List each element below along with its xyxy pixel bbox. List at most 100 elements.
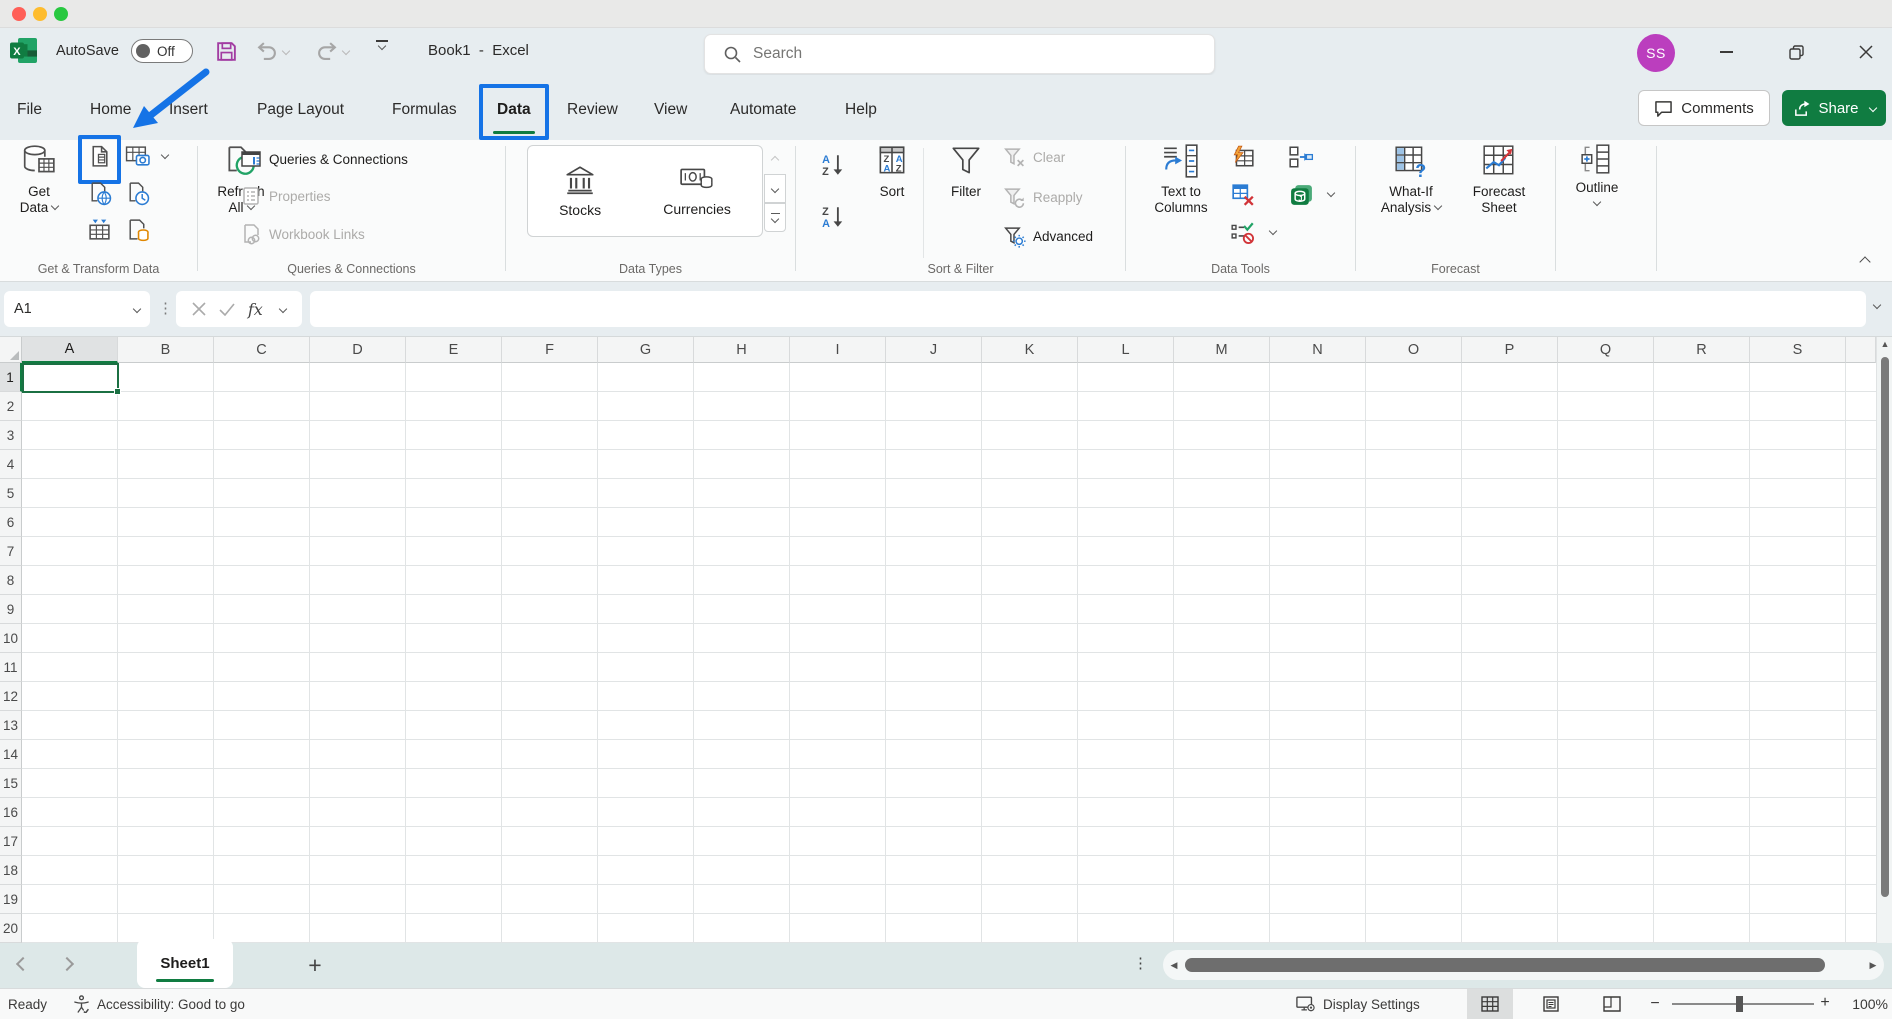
data-validation-dropdown-chevron[interactable]	[1269, 227, 1277, 235]
page-break-preview-button[interactable]	[1589, 989, 1635, 1019]
add-sheet-button[interactable]: +	[300, 948, 330, 982]
column-header-R[interactable]: R	[1654, 337, 1750, 363]
vertical-scrollbar-thumb[interactable]	[1881, 357, 1889, 897]
column-header-K[interactable]: K	[982, 337, 1078, 363]
undo-dropdown-chevron[interactable]	[282, 46, 290, 54]
avatar[interactable]: SS	[1637, 34, 1675, 72]
row-header-18[interactable]: 18	[0, 856, 22, 885]
row-header-1[interactable]: 1	[0, 363, 22, 392]
row-header-7[interactable]: 7	[0, 537, 22, 566]
select-all-corner[interactable]	[0, 337, 22, 363]
save-button[interactable]	[215, 40, 238, 63]
forecast-sheet-button[interactable]: Forecast Sheet	[1458, 143, 1540, 216]
comments-button[interactable]: Comments	[1638, 90, 1770, 126]
tab-view[interactable]: View	[654, 93, 687, 127]
next-sheet-button[interactable]	[60, 957, 74, 971]
gallery-scroll-up-button[interactable]	[764, 145, 786, 174]
row-header-12[interactable]: 12	[0, 682, 22, 711]
mac-close-button[interactable]	[12, 7, 26, 21]
autosave-toggle[interactable]: Off	[131, 39, 193, 63]
from-picture-dropdown-chevron[interactable]	[161, 151, 169, 159]
sort-ascending-button[interactable]: AZ	[818, 150, 848, 180]
data-model-dropdown-chevron[interactable]	[1327, 189, 1335, 197]
minimize-button[interactable]	[1712, 38, 1740, 66]
row-header-13[interactable]: 13	[0, 711, 22, 740]
row-header-11[interactable]: 11	[0, 653, 22, 682]
page-layout-view-button[interactable]	[1528, 989, 1574, 1019]
zoom-out-button[interactable]: −	[1648, 995, 1662, 1013]
column-header-stub[interactable]	[1846, 337, 1876, 363]
horizontal-scrollbar[interactable]: ◀ ▶	[1163, 950, 1884, 980]
what-if-analysis-button[interactable]: ? What-If Analysis	[1370, 143, 1452, 216]
zoom-slider[interactable]	[1672, 1003, 1814, 1005]
from-table-range-button[interactable]	[84, 215, 114, 245]
sort-button[interactable]: ZAAZ Sort	[862, 143, 922, 200]
from-web-button[interactable]	[84, 178, 114, 208]
column-header-M[interactable]: M	[1174, 337, 1270, 363]
undo-button[interactable]	[255, 40, 289, 61]
grid-cells[interactable]	[22, 363, 1876, 943]
outline-button[interactable]: Outline	[1564, 143, 1630, 212]
enter-icon[interactable]	[219, 303, 235, 316]
fx-dropdown-chevron[interactable]	[278, 305, 286, 313]
tab-help[interactable]: Help	[845, 93, 877, 127]
horizontal-scrollbar-thumb[interactable]	[1185, 958, 1825, 972]
row-header-3[interactable]: 3	[0, 421, 22, 450]
insert-function-button[interactable]: fx	[248, 300, 263, 319]
from-text-csv-button[interactable]	[84, 141, 114, 171]
from-picture-button[interactable]	[122, 141, 152, 171]
column-header-A[interactable]: A	[22, 337, 118, 363]
column-header-L[interactable]: L	[1078, 337, 1174, 363]
selected-cell[interactable]	[22, 363, 119, 393]
zoom-level[interactable]: 100%	[1840, 996, 1888, 1012]
redo-dropdown-chevron[interactable]	[342, 46, 350, 54]
row-header-5[interactable]: 5	[0, 479, 22, 508]
row-header-9[interactable]: 9	[0, 595, 22, 624]
accessibility-status[interactable]: Accessibility: Good to go	[73, 995, 245, 1013]
formula-bar-options-icon[interactable]: ⋮	[158, 299, 173, 317]
sheet-bar-options-icon[interactable]: ⋮	[1133, 954, 1148, 972]
row-header-6[interactable]: 6	[0, 508, 22, 537]
scroll-left-arrow[interactable]: ◀	[1163, 960, 1185, 971]
gallery-more-button[interactable]	[764, 203, 786, 232]
column-header-O[interactable]: O	[1366, 337, 1462, 363]
row-header-4[interactable]: 4	[0, 450, 22, 479]
tab-file[interactable]: File	[17, 93, 42, 127]
share-button[interactable]: Share	[1782, 90, 1886, 126]
properties-button[interactable]: Properties	[240, 182, 331, 210]
column-header-I[interactable]: I	[790, 337, 886, 363]
normal-view-button[interactable]	[1467, 989, 1513, 1019]
tab-home[interactable]: Home	[90, 93, 131, 127]
vertical-scrollbar[interactable]: ▲	[1876, 337, 1892, 943]
clear-filter-button[interactable]: Clear	[1003, 143, 1065, 171]
reapply-filter-button[interactable]: Reapply	[1003, 183, 1083, 211]
tab-insert[interactable]: Insert	[169, 93, 208, 127]
data-validation-button[interactable]	[1228, 218, 1258, 248]
display-settings-button[interactable]: Display Settings	[1296, 989, 1420, 1019]
workbook-links-button[interactable]: Workbook Links	[240, 220, 365, 248]
get-data-button[interactable]: Get Data	[8, 143, 70, 216]
column-header-H[interactable]: H	[694, 337, 790, 363]
text-to-columns-button[interactable]: Text to Columns	[1136, 143, 1226, 216]
zoom-in-button[interactable]: +	[1818, 994, 1832, 1012]
row-header-17[interactable]: 17	[0, 827, 22, 856]
cancel-icon[interactable]	[192, 302, 206, 316]
zoom-slider-thumb[interactable]	[1736, 996, 1743, 1012]
column-header-P[interactable]: P	[1462, 337, 1558, 363]
customize-qat-button[interactable]	[376, 40, 388, 49]
previous-sheet-button[interactable]	[16, 957, 30, 971]
name-box-dropdown-chevron[interactable]	[133, 305, 141, 313]
mac-minimize-button[interactable]	[33, 7, 47, 21]
expand-formula-bar-chevron[interactable]	[1873, 301, 1881, 309]
recent-sources-button[interactable]	[122, 178, 152, 208]
consolidate-button[interactable]	[1286, 142, 1316, 172]
stocks-button[interactable]: Stocks	[559, 164, 601, 218]
restore-button[interactable]	[1782, 38, 1810, 66]
row-header-19[interactable]: 19	[0, 885, 22, 914]
column-header-Q[interactable]: Q	[1558, 337, 1654, 363]
row-header-2[interactable]: 2	[0, 392, 22, 421]
scroll-up-arrow[interactable]: ▲	[1877, 339, 1892, 349]
gallery-scroll-down-button[interactable]	[764, 174, 786, 203]
sheet-tab-sheet1[interactable]: Sheet1	[137, 939, 233, 988]
remove-duplicates-button[interactable]	[1228, 180, 1258, 210]
